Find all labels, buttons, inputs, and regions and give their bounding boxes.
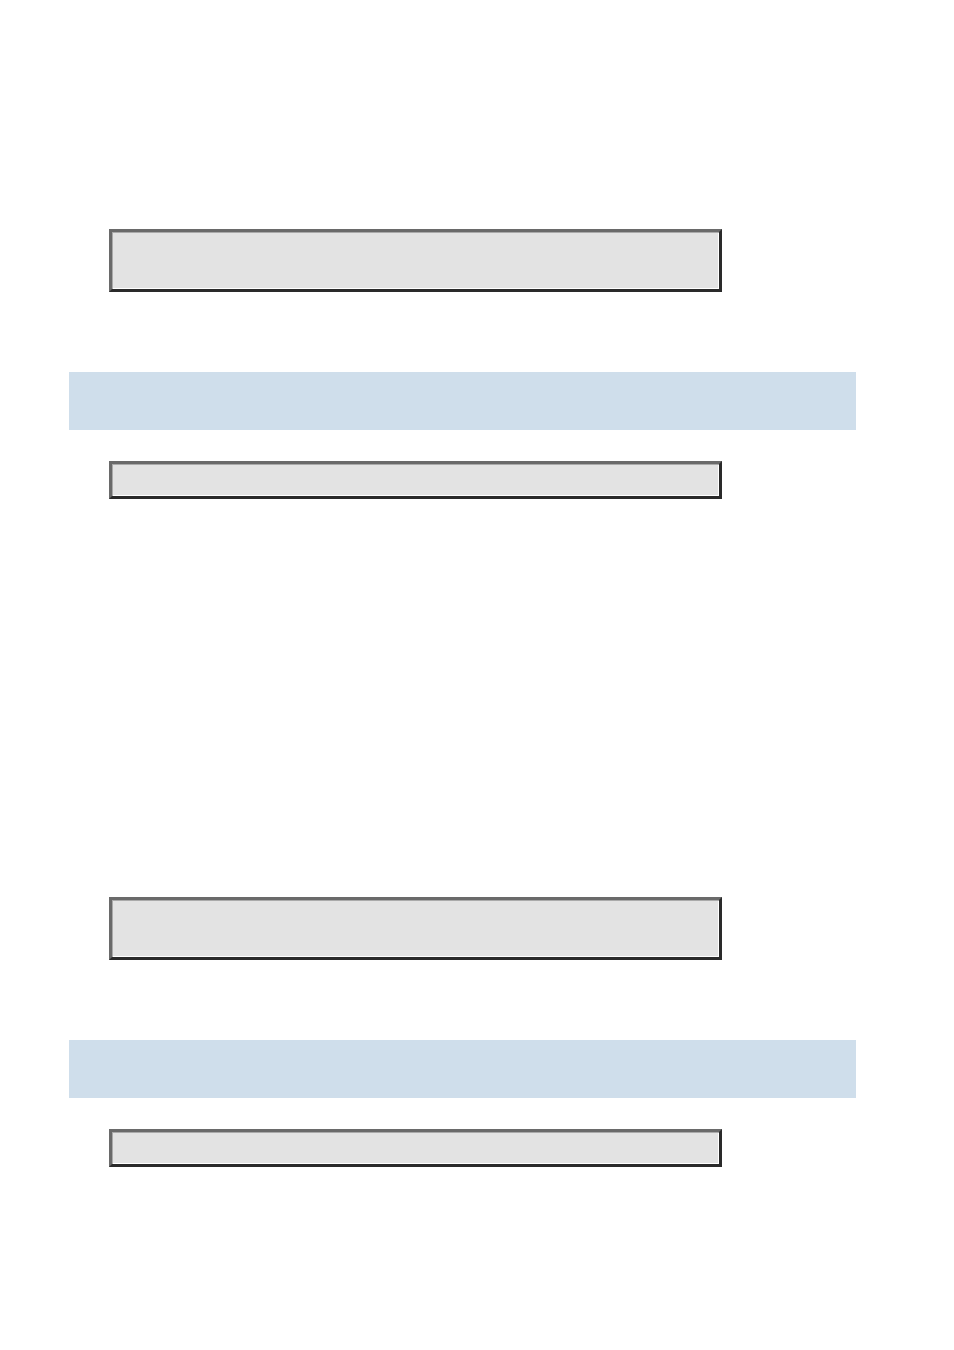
section-bar-1 [69, 372, 856, 430]
input-field-3[interactable] [109, 897, 722, 960]
input-field-2[interactable] [109, 461, 722, 499]
input-field-1[interactable] [109, 229, 722, 292]
section-bar-2 [69, 1040, 856, 1098]
input-field-4[interactable] [109, 1129, 722, 1167]
